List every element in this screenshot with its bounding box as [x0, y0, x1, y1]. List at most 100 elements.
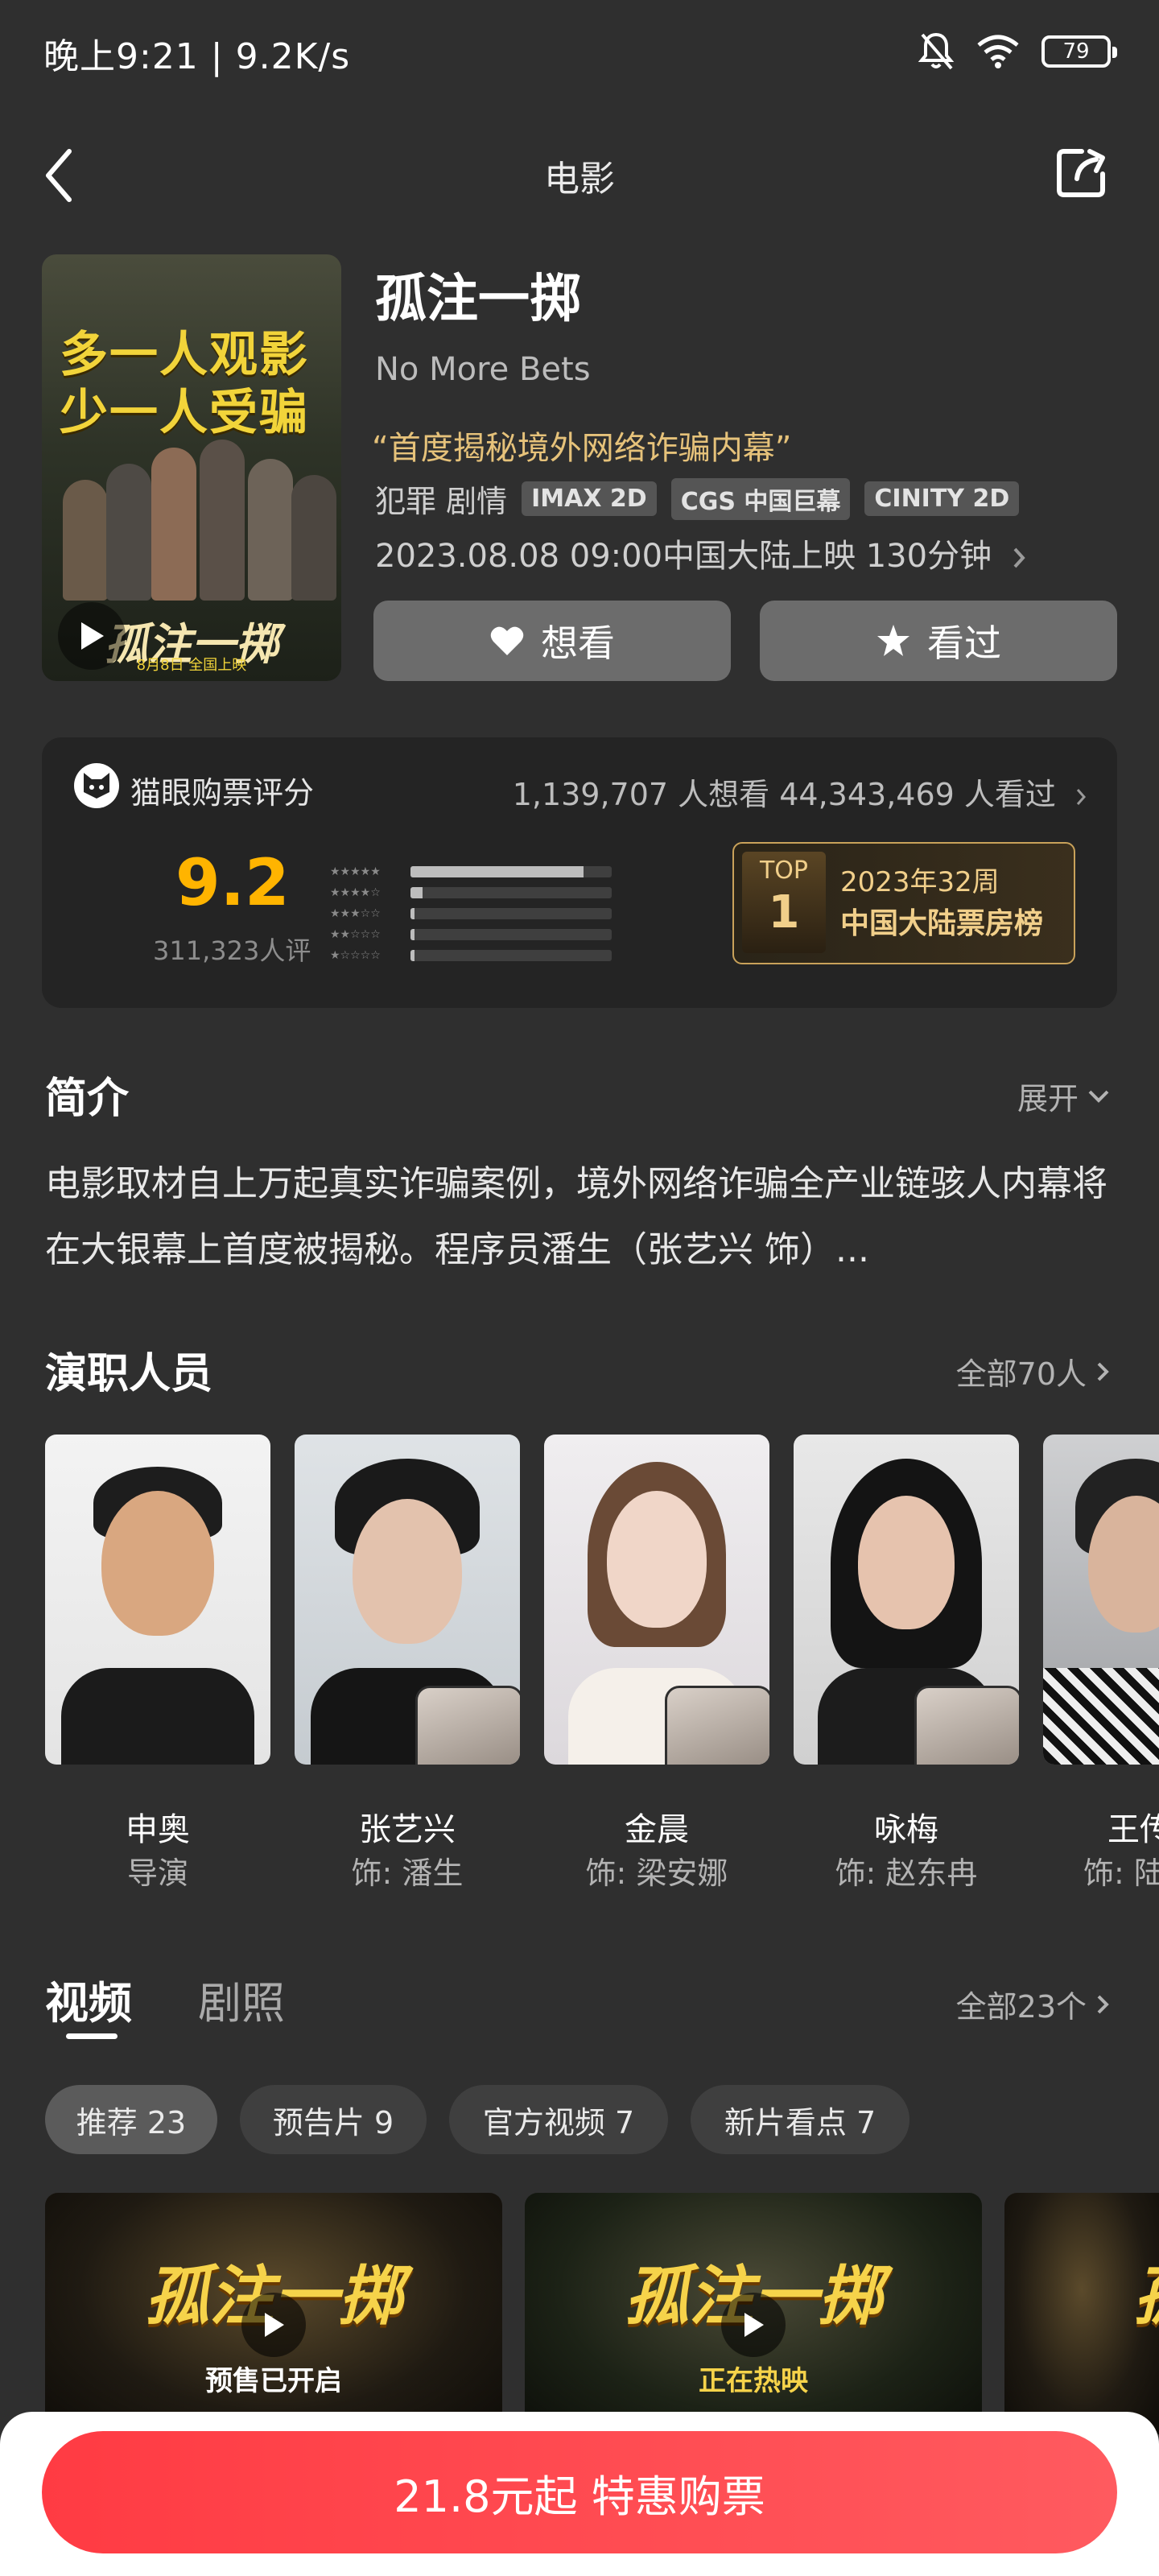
cast-photo[interactable] — [45, 1435, 270, 1765]
poster-figures — [58, 440, 336, 601]
battery-icon: 79 — [1041, 35, 1117, 68]
cast-role: 饰: 赵东冉 — [835, 1856, 978, 1891]
cast-role: 饰: 陆 — [1083, 1856, 1159, 1891]
want-label: 想看 — [541, 621, 615, 665]
rank-number-box: TOP 1 — [742, 852, 826, 953]
video-subtitle: 正在热映 — [699, 2365, 808, 2397]
play-icon — [721, 2293, 786, 2357]
dist-bar — [410, 908, 415, 919]
rating-count: 311,323人评 — [153, 935, 311, 966]
dist-row-4: ★★★★☆ — [330, 882, 628, 903]
movie-english-title: No More Bets — [375, 351, 591, 388]
status-icons: 79 — [918, 27, 1117, 76]
format-tag: CINITY 2D — [864, 481, 1020, 516]
rank-top-label: TOP — [759, 857, 809, 885]
heart-icon — [490, 626, 524, 655]
rating-score: 9.2 — [175, 845, 290, 920]
watched-button[interactable]: 看过 — [760, 601, 1117, 681]
cast-name: 王传 — [1107, 1811, 1159, 1848]
cast-name: 张艺兴 — [359, 1811, 456, 1848]
stars-3-icon: ★★★☆☆ — [330, 907, 381, 920]
release-text: 2023.08.08 09:00中国大陆上映 130分钟 — [375, 538, 992, 575]
tab-videos[interactable]: 视频 — [45, 1967, 132, 2031]
video-thumbnail[interactable]: 孤 — [1004, 2193, 1159, 2434]
battery-level: 79 — [1062, 39, 1090, 64]
cast-photo[interactable] — [1043, 1435, 1159, 1765]
buy-ticket-button[interactable]: 21.8元起 特惠购票 — [42, 2431, 1117, 2553]
cast-name: 申奥 — [126, 1811, 190, 1848]
movie-poster[interactable]: 多一人观影 少一人受骗 孤注一掷 8月8日 全国上映 — [42, 254, 341, 681]
video-thumbnail[interactable]: 孤注一掷 预售已开启 — [45, 2193, 502, 2434]
synopsis-title: 简介 — [45, 1075, 130, 1123]
dist-row-1: ★☆☆☆☆ — [330, 945, 628, 966]
audience-counts[interactable]: 1,139,707 人想看 44,343,469 人看过 — [513, 770, 1088, 814]
cast-name: 金晨 — [625, 1811, 689, 1848]
rank-chart: 中国大陆票房榜 — [840, 907, 1044, 940]
maoyan-cat-icon — [74, 763, 119, 808]
cast-all-label: 全部70人 — [955, 1356, 1087, 1392]
stars-1-icon: ★☆☆☆☆ — [330, 949, 381, 962]
videos-all-label: 全部23个 — [955, 1989, 1087, 2025]
role-thumbnail — [665, 1686, 769, 1765]
chevron-down-icon — [1088, 1090, 1109, 1103]
expand-label: 展开 — [1017, 1081, 1079, 1117]
chevron-right-icon — [1097, 1362, 1109, 1381]
wifi-icon — [977, 35, 1019, 68]
movie-genres: 犯罪 剧情 IMAX 2D CGS 中国巨幕 CINITY 2D — [375, 477, 1020, 521]
page-title: 电影 — [544, 159, 615, 200]
chip-official[interactable]: 官方视频 7 — [449, 2085, 668, 2154]
tab-stills[interactable]: 剧照 — [198, 1967, 285, 2031]
dist-bar — [410, 866, 584, 877]
cast-name: 咏梅 — [874, 1811, 938, 1848]
dist-row-2: ★★☆☆☆ — [330, 924, 628, 945]
cast-photo[interactable] — [544, 1435, 769, 1765]
play-icon[interactable] — [58, 602, 126, 670]
cast-role: 饰: 梁安娜 — [585, 1856, 728, 1891]
chip-recommended[interactable]: 推荐 23 — [45, 2085, 217, 2154]
role-thumbnail — [914, 1686, 1019, 1765]
cast-photo[interactable] — [295, 1435, 520, 1765]
poster-tagline-2: 少一人受骗 — [60, 385, 309, 441]
cast-role: 饰: 潘生 — [351, 1856, 464, 1891]
rating-label: 猫眼购票评分 — [130, 775, 315, 811]
stars-4-icon: ★★★★☆ — [330, 886, 381, 899]
video-logo: 孤 — [1004, 2244, 1159, 2338]
stars-5-icon: ★★★★★ — [330, 865, 381, 878]
watched-label: 看过 — [927, 621, 1001, 665]
rating-distribution: ★★★★★ ★★★★☆ ★★★☆☆ ★★☆☆☆ ★☆☆☆☆ — [330, 861, 628, 966]
video-thumbnail[interactable]: 孤注一掷 正在热映 — [525, 2193, 982, 2434]
dist-row-5: ★★★★★ — [330, 861, 628, 882]
format-tag: IMAX 2D — [522, 481, 657, 516]
chip-highlights[interactable]: 新片看点 7 — [691, 2085, 909, 2154]
cast-title: 演职人员 — [45, 1350, 213, 1398]
format-tag: CGS 中国巨幕 — [670, 477, 851, 520]
genre-text: 犯罪 剧情 — [375, 484, 508, 519]
bell-muted-icon — [918, 32, 955, 70]
rank-number: 1 — [768, 886, 800, 939]
cast-role: 导演 — [126, 1856, 188, 1891]
share-icon[interactable] — [1054, 145, 1111, 201]
audience-counts-text: 1,139,707 人想看 44,343,469 人看过 — [512, 777, 1056, 812]
dist-bar — [410, 950, 415, 961]
movie-title: 孤注一掷 — [375, 270, 581, 329]
video-subtitle: 预售已开启 — [205, 2365, 342, 2397]
cast-photo[interactable] — [794, 1435, 1019, 1765]
stars-2-icon: ★★☆☆☆ — [330, 928, 381, 941]
dist-bar — [410, 887, 423, 898]
want-button[interactable]: 想看 — [373, 601, 731, 681]
dist-row-3: ★★★☆☆ — [330, 903, 628, 924]
expand-button[interactable]: 展开 — [1017, 1074, 1111, 1118]
chevron-right-icon — [1013, 547, 1025, 568]
cast-all-button[interactable]: 全部70人 — [956, 1349, 1111, 1393]
chevron-right-icon — [1097, 1995, 1109, 2013]
release-info[interactable]: 2023.08.08 09:00中国大陆上映 130分钟 — [375, 530, 1028, 576]
synopsis-text: 电影取材自上万起真实诈骗案例，境外网络诈骗全产业链骇人内幕将在大银幕上首度被揭秘… — [45, 1163, 1107, 1270]
dist-bar — [410, 929, 415, 940]
rank-week: 2023年32周 — [840, 866, 1000, 898]
tab-active-indicator — [66, 2033, 118, 2039]
star-icon — [877, 625, 909, 656]
status-time: 晚上9:21 | 9.2K/s — [43, 36, 351, 77]
chip-trailers[interactable]: 预告片 9 — [240, 2085, 427, 2154]
videos-all-button[interactable]: 全部23个 — [956, 1982, 1111, 2026]
chevron-right-icon — [1076, 788, 1087, 805]
